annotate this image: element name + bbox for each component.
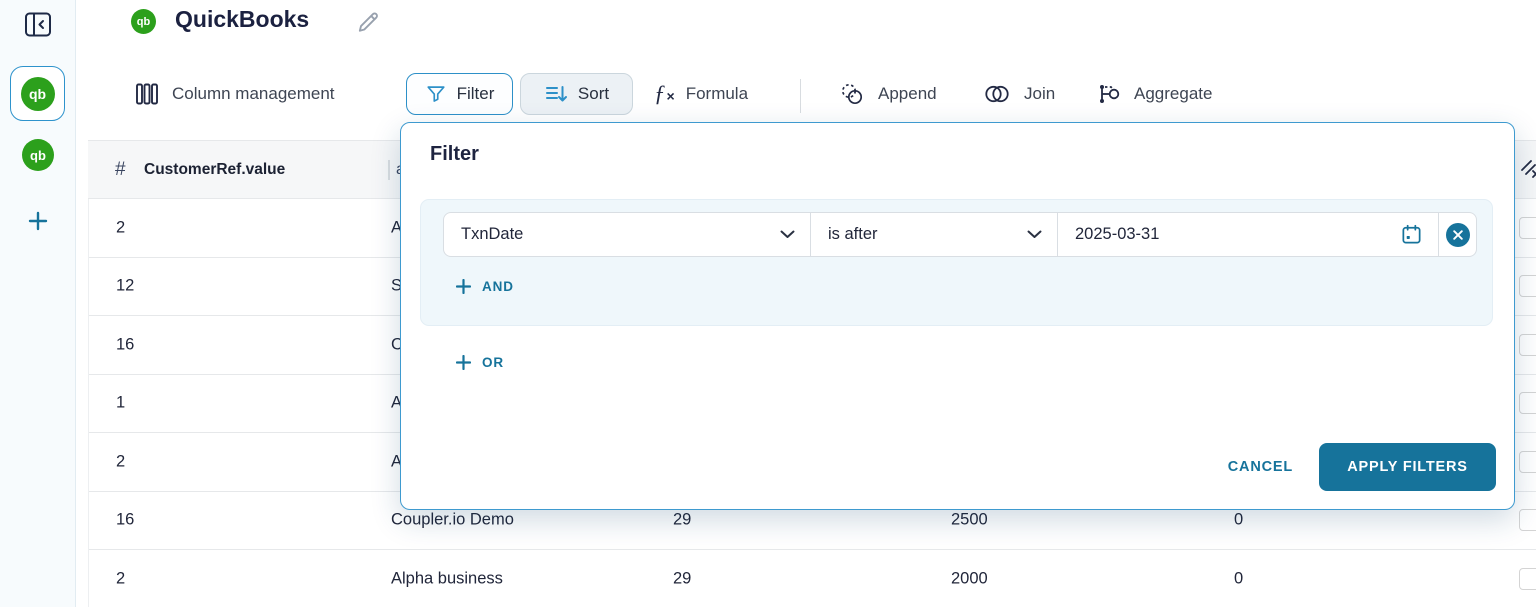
sort-icon bbox=[544, 83, 568, 105]
date-value: 2025-03-31 bbox=[1075, 225, 1159, 244]
sidebar: qb qb bbox=[0, 0, 76, 607]
collapse-sidebar-button[interactable] bbox=[21, 9, 55, 41]
field-select[interactable]: TxnDate bbox=[444, 213, 811, 256]
row-checkbox[interactable] bbox=[1519, 392, 1536, 414]
quickbooks-logo: qb bbox=[131, 9, 156, 34]
date-value-input[interactable]: 2025-03-31 bbox=[1058, 213, 1439, 256]
column-resize-handle[interactable] bbox=[388, 160, 390, 180]
join-icon bbox=[982, 82, 1012, 106]
aggregate-button[interactable]: Aggregate bbox=[1096, 73, 1212, 115]
app-window: qb qb qb QuickBooks bbox=[0, 0, 1536, 607]
column-management-button[interactable]: Column management bbox=[134, 73, 335, 115]
row-checkbox[interactable] bbox=[1519, 568, 1536, 590]
formula-button[interactable]: ƒ× Formula bbox=[654, 73, 748, 115]
cell-customerref-value: 1 bbox=[116, 394, 125, 413]
cell-customerref-value: 2 bbox=[116, 452, 125, 471]
operator-select-value: is after bbox=[828, 225, 878, 244]
quickbooks-icon: qb bbox=[21, 77, 55, 111]
append-label: Append bbox=[878, 84, 937, 104]
table-row: 2 Alpha business 29 2000 0 bbox=[89, 550, 1536, 607]
remove-condition-button[interactable] bbox=[1446, 223, 1470, 247]
append-button[interactable]: Append bbox=[838, 73, 937, 115]
add-and-condition-button[interactable]: AND bbox=[456, 279, 514, 294]
toolbar-divider bbox=[800, 79, 801, 113]
chevron-down-icon bbox=[780, 230, 795, 239]
formula-fx-icon: ƒ× bbox=[654, 84, 675, 104]
row-checkbox[interactable] bbox=[1519, 217, 1536, 239]
plus-icon bbox=[456, 355, 471, 370]
cell-customer-name: Alpha business bbox=[391, 569, 503, 588]
page-title: QuickBooks bbox=[175, 6, 309, 33]
plus-icon bbox=[26, 209, 50, 233]
join-label: Join bbox=[1024, 84, 1055, 104]
cell-col5: 0 bbox=[1234, 569, 1243, 588]
cell-customer-name: Coupler.io Demo bbox=[391, 511, 514, 530]
quickbooks-icon: qb bbox=[30, 148, 46, 163]
row-checkbox[interactable] bbox=[1519, 275, 1536, 297]
close-icon bbox=[1453, 230, 1463, 240]
cell-col3: 29 bbox=[673, 569, 691, 588]
filter-dialog: Filter TxnDate is after 2025-03-31 bbox=[400, 122, 1515, 510]
collapse-panel-icon bbox=[21, 9, 55, 41]
dialog-title: Filter bbox=[430, 143, 479, 166]
sidebar-item-quickbooks-selected[interactable]: qb bbox=[10, 66, 65, 121]
aggregate-icon bbox=[1096, 82, 1122, 106]
calendar-icon[interactable] bbox=[1400, 223, 1423, 246]
field-select-value: TxnDate bbox=[461, 225, 523, 244]
cell-customerref-value: 2 bbox=[116, 218, 125, 237]
plus-icon bbox=[456, 279, 471, 294]
filter-button[interactable]: Filter bbox=[406, 73, 513, 115]
row-checkbox[interactable] bbox=[1519, 334, 1536, 356]
cell-customerref-value: 16 bbox=[116, 335, 134, 354]
edit-title-button[interactable] bbox=[354, 8, 382, 36]
column-management-label: Column management bbox=[172, 84, 335, 104]
join-button[interactable]: Join bbox=[982, 73, 1055, 115]
columns-icon bbox=[134, 82, 160, 106]
filter-label: Filter bbox=[457, 84, 495, 104]
cell-col4: 2000 bbox=[951, 569, 988, 588]
operator-select[interactable]: is after bbox=[811, 213, 1058, 256]
append-icon bbox=[838, 81, 866, 107]
aggregate-label: Aggregate bbox=[1134, 84, 1212, 104]
remove-condition-segment bbox=[1439, 213, 1476, 256]
dialog-footer: CANCEL APPLY FILTERS bbox=[1228, 443, 1496, 491]
filter-funnel-icon bbox=[425, 83, 447, 105]
cell-col5: 0 bbox=[1234, 511, 1243, 530]
cell-customerref-value: 16 bbox=[116, 511, 134, 530]
sort-label: Sort bbox=[578, 84, 609, 104]
cancel-button[interactable]: CANCEL bbox=[1228, 459, 1293, 475]
formula-label: Formula bbox=[686, 84, 748, 104]
row-checkbox[interactable] bbox=[1519, 509, 1536, 531]
cell-col3: 29 bbox=[673, 511, 691, 530]
cell-customerref-value: 12 bbox=[116, 277, 134, 296]
column-header-customerref-value[interactable]: CustomerRef.value bbox=[144, 161, 285, 179]
row-checkbox[interactable] bbox=[1519, 451, 1536, 473]
add-source-button[interactable] bbox=[26, 209, 50, 233]
number-type-icon: # bbox=[115, 159, 126, 181]
filter-condition-group: TxnDate is after 2025-03-31 bbox=[420, 199, 1493, 326]
pencil-icon bbox=[354, 8, 382, 36]
chevron-down-icon bbox=[1027, 230, 1042, 239]
add-or-condition-button[interactable]: OR bbox=[456, 355, 504, 370]
or-label: OR bbox=[482, 355, 504, 370]
cell-customerref-value: 2 bbox=[116, 569, 125, 588]
cell-col4: 2500 bbox=[951, 511, 988, 530]
and-label: AND bbox=[482, 279, 514, 294]
sidebar-item-quickbooks-2[interactable]: qb bbox=[22, 139, 54, 171]
sort-button[interactable]: Sort bbox=[520, 73, 633, 115]
apply-filters-button[interactable]: APPLY FILTERS bbox=[1319, 443, 1496, 491]
filter-condition-row: TxnDate is after 2025-03-31 bbox=[443, 212, 1477, 257]
exclude-rows-column-icon bbox=[1518, 157, 1536, 183]
